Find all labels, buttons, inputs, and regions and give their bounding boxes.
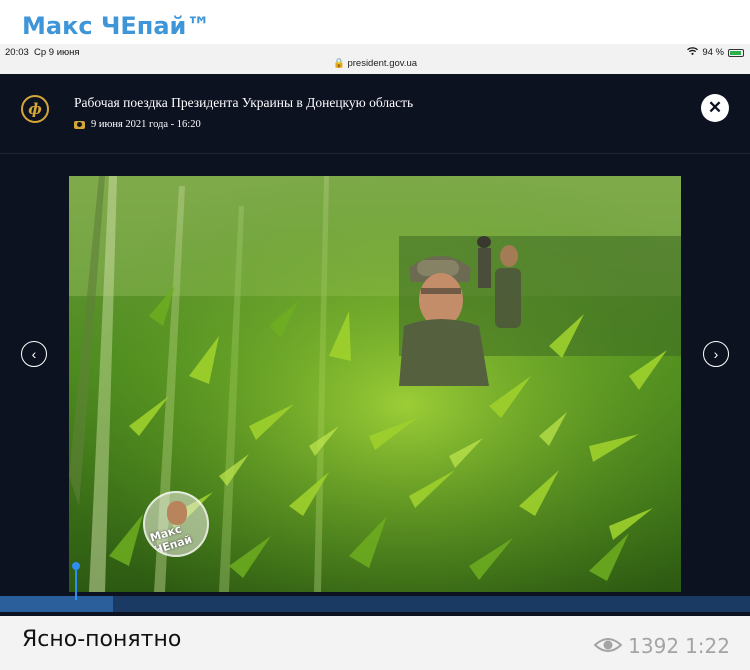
status-indicators: 94 %	[687, 47, 744, 58]
url-bar[interactable]: 🔒 president.gov.ua	[0, 58, 750, 69]
gallery-meta: 9 июня 2021 года - 16:20	[74, 119, 201, 130]
status-date: Ср 9 июня	[34, 47, 80, 58]
gallery-date: 9 июня 2021 года - 16:20	[91, 119, 201, 130]
camera-icon	[74, 120, 85, 129]
photo-viewer: ф Рабочая поездка Президента Украины в Д…	[0, 74, 750, 616]
video-progress-bar[interactable]	[0, 562, 750, 616]
battery-icon	[728, 48, 744, 57]
gallery-title: Рабочая поездка Президента Украины в Дон…	[74, 95, 414, 110]
url-text: president.gov.ua	[347, 58, 418, 69]
next-photo-button[interactable]: ›	[703, 341, 729, 367]
status-time: 20:03	[5, 47, 29, 58]
channel-title[interactable]: Макс ЧЕпай™	[22, 12, 210, 40]
gallery-photo[interactable]: Макс ЧЕпай	[69, 176, 681, 592]
lock-icon: 🔒	[332, 58, 345, 69]
channel-header: Макс ЧЕпай™	[0, 0, 750, 44]
status-bar: 20:03 Ср 9 июня 94 % 🔒 president.gov.ua	[0, 44, 750, 74]
post-stats: 1392 1:22	[593, 634, 730, 658]
progress-fill	[0, 596, 113, 612]
previous-photo-button[interactable]: ‹	[21, 341, 47, 367]
post-time: 1:22	[685, 634, 730, 658]
progress-handle[interactable]	[72, 562, 80, 570]
chevron-left-icon: ‹	[31, 346, 37, 362]
wifi-icon	[687, 47, 699, 58]
close-icon: ✕	[707, 98, 723, 117]
post-caption: Ясно-понятно	[22, 627, 182, 652]
gallery-header: ф Рабочая поездка Президента Украины в Д…	[0, 74, 750, 154]
progress-playhead-line	[75, 566, 77, 600]
battery-percent: 94 %	[702, 47, 724, 58]
view-count: 1392	[628, 634, 680, 658]
chevron-right-icon: ›	[713, 346, 719, 362]
watermark-badge: Макс ЧЕпай	[143, 491, 209, 557]
eye-icon	[593, 634, 623, 658]
close-button[interactable]: ✕	[701, 94, 729, 122]
president-emblem-icon[interactable]: ф	[21, 95, 49, 123]
